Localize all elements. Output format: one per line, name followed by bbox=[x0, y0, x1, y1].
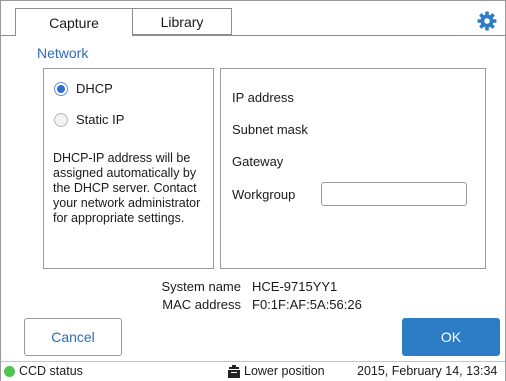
tab-capture-label: Capture bbox=[49, 14, 99, 31]
static-ip-radio[interactable] bbox=[54, 112, 68, 127]
mac-address-value: F0:1F:AF:5A:56:26 bbox=[252, 297, 362, 312]
workgroup-label: Workgroup bbox=[232, 187, 296, 202]
tab-bar: Capture Library bbox=[1, 1, 505, 36]
dhcp-label: DHCP bbox=[76, 81, 113, 96]
tab-library-label: Library bbox=[160, 13, 204, 30]
gateway-label: Gateway bbox=[232, 154, 284, 169]
ccd-status-indicator bbox=[4, 366, 15, 377]
system-name-label: System name bbox=[161, 279, 241, 294]
dhcp-radio[interactable] bbox=[54, 81, 68, 96]
workgroup-input[interactable] bbox=[321, 182, 467, 206]
tab-library[interactable]: Library bbox=[132, 8, 232, 35]
ok-button[interactable]: OK bbox=[402, 318, 500, 356]
system-name-value: HCE-9715YY1 bbox=[252, 279, 338, 294]
network-settings-window: Capture Library Network DHCP Static IP D… bbox=[0, 0, 506, 381]
cancel-button[interactable]: Cancel bbox=[24, 318, 122, 356]
mac-address-label: MAC address bbox=[162, 297, 241, 312]
ip-address-label: IP address bbox=[232, 90, 294, 105]
ccd-status-label: CCD status bbox=[19, 364, 83, 378]
dhcp-radio-option[interactable]: DHCP bbox=[54, 81, 113, 96]
section-title: Network bbox=[37, 45, 89, 61]
network-fields-panel: IP address Subnet mask Gateway Workgroup bbox=[220, 68, 486, 269]
tab-capture[interactable]: Capture bbox=[15, 8, 133, 36]
ip-mode-panel: DHCP Static IP DHCP-IP address will be a… bbox=[43, 68, 214, 269]
dhcp-description: DHCP-IP address will be assigned automat… bbox=[53, 151, 201, 225]
lower-position-label: Lower position bbox=[244, 364, 325, 378]
static-ip-label: Static IP bbox=[76, 112, 125, 127]
subnet-mask-label: Subnet mask bbox=[232, 122, 308, 137]
static-ip-radio-option[interactable]: Static IP bbox=[54, 112, 124, 127]
gear-icon[interactable] bbox=[477, 11, 497, 31]
datetime-text: 2015, February 14, 13:34 bbox=[357, 364, 498, 378]
lower-position-icon bbox=[228, 365, 240, 378]
status-bar: CCD status Lower position 2015, February… bbox=[1, 361, 505, 381]
